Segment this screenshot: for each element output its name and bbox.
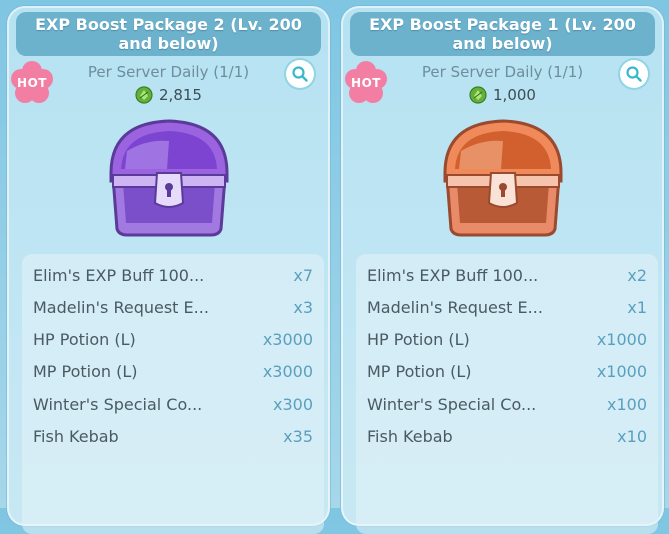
price: 2,815 (7, 86, 330, 104)
item-name: Elim's EXP Buff 100... (367, 265, 539, 285)
package-title-bar: EXP Boost Package 1 (Lv. 200 and below) (350, 12, 655, 56)
list-item: Winter's Special Co... x300 (33, 392, 313, 416)
package-title-bar: EXP Boost Package 2 (Lv. 200 and below) (16, 12, 321, 56)
item-quantity: x3 (293, 297, 313, 317)
item-quantity: x2 (627, 265, 647, 285)
list-item: Elim's EXP Buff 100... x7 (33, 263, 313, 287)
package-title: EXP Boost Package 1 (Lv. 200 and below) (369, 15, 636, 53)
item-quantity: x35 (283, 426, 313, 446)
item-name: Fish Kebab (33, 426, 119, 446)
item-quantity: x300 (272, 394, 313, 414)
item-name: Madelin's Request E... (33, 297, 209, 317)
treasure-chest-icon (109, 119, 229, 237)
price-value: 2,815 (159, 86, 202, 104)
list-item: HP Potion (L) x1000 (367, 327, 647, 351)
item-name: HP Potion (L) (33, 329, 136, 349)
package-card[interactable]: EXP Boost Package 2 (Lv. 200 and below) … (7, 6, 330, 534)
package-card[interactable]: EXP Boost Package 1 (Lv. 200 and below) … (341, 6, 664, 534)
item-name: Winter's Special Co... (367, 394, 537, 414)
list-item: Fish Kebab x35 (33, 424, 313, 448)
list-item: MP Potion (L) x1000 (367, 359, 647, 383)
list-item: HP Potion (L) x3000 (33, 327, 313, 351)
list-item: Fish Kebab x10 (367, 424, 647, 448)
list-item: Madelin's Request E... x1 (367, 295, 647, 319)
gem-icon (135, 86, 153, 104)
item-name: MP Potion (L) (367, 361, 472, 381)
item-quantity: x7 (293, 265, 313, 285)
item-quantity: x3000 (262, 329, 313, 349)
price: 1,000 (341, 86, 664, 104)
list-item: Winter's Special Co... x100 (367, 392, 647, 416)
item-quantity: x1 (627, 297, 647, 317)
item-list: Elim's EXP Buff 100... x7 Madelin's Requ… (22, 254, 324, 534)
item-quantity: x3000 (262, 361, 313, 381)
item-name: Elim's EXP Buff 100... (33, 265, 205, 285)
item-name: Fish Kebab (367, 426, 453, 446)
item-name: Winter's Special Co... (33, 394, 203, 414)
search-button[interactable] (286, 60, 314, 88)
package-title: EXP Boost Package 2 (Lv. 200 and below) (35, 15, 302, 53)
purchase-limit: Per Server Daily (1/1) (87, 63, 250, 81)
list-item: Madelin's Request E... x3 (33, 295, 313, 319)
list-item: Elim's EXP Buff 100... x2 (367, 263, 647, 287)
price-value: 1,000 (493, 86, 536, 104)
item-quantity: x1000 (596, 329, 647, 349)
item-name: MP Potion (L) (33, 361, 138, 381)
purchase-limit: Per Server Daily (1/1) (421, 63, 584, 81)
treasure-chest-icon (443, 119, 563, 237)
list-item: MP Potion (L) x3000 (33, 359, 313, 383)
item-name: Madelin's Request E... (367, 297, 543, 317)
item-quantity: x100 (606, 394, 647, 414)
search-icon (626, 66, 642, 82)
item-list: Elim's EXP Buff 100... x2 Madelin's Requ… (356, 254, 658, 534)
item-quantity: x1000 (596, 361, 647, 381)
item-name: HP Potion (L) (367, 329, 470, 349)
search-button[interactable] (620, 60, 648, 88)
gem-icon (469, 86, 487, 104)
search-icon (292, 66, 308, 82)
item-quantity: x10 (617, 426, 647, 446)
